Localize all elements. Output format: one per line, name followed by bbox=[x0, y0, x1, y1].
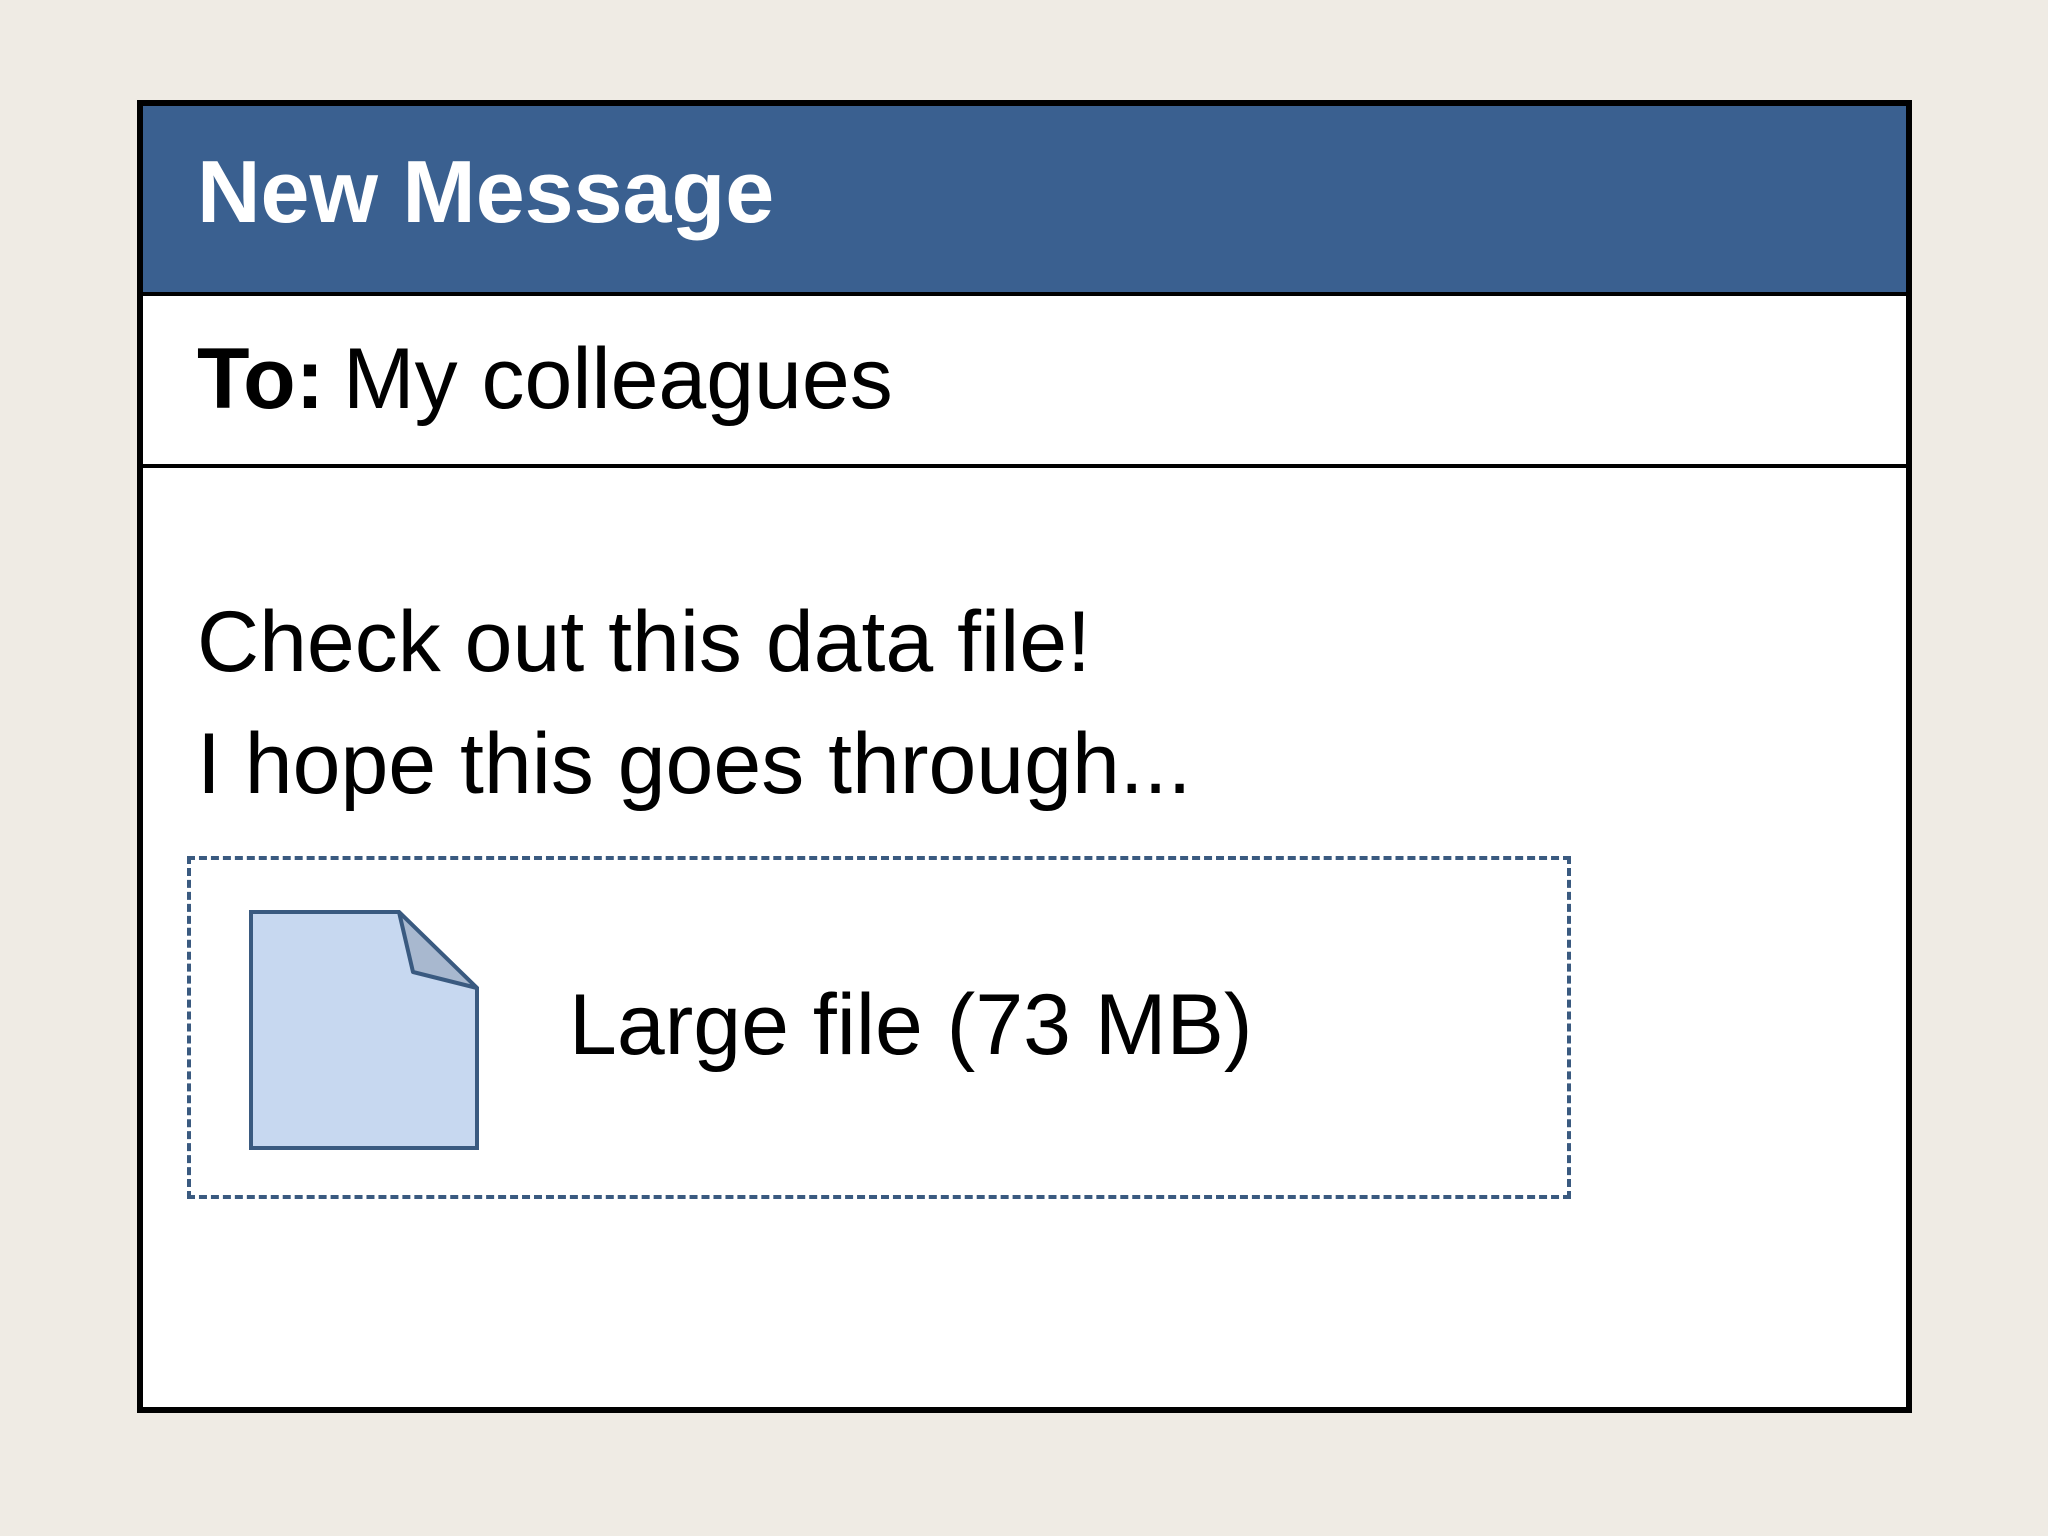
recipient-field[interactable]: To: My colleagues bbox=[143, 296, 1906, 468]
title-bar: New Message bbox=[143, 106, 1906, 296]
recipient-value[interactable]: My colleagues bbox=[343, 336, 893, 422]
window-title: New Message bbox=[197, 142, 775, 241]
message-body[interactable]: Check out this data file! I hope this go… bbox=[197, 581, 1191, 825]
attachment-box[interactable]: Large file (73 MB) bbox=[187, 856, 1571, 1199]
new-message-window: New Message To: My colleagues Check out … bbox=[137, 100, 1912, 1413]
recipient-label: To: bbox=[197, 331, 325, 427]
attachment-label: Large file (73 MB) bbox=[569, 977, 1253, 1073]
message-line-1: Check out this data file! bbox=[197, 594, 1091, 690]
message-line-2: I hope this goes through... bbox=[197, 716, 1192, 812]
document-icon bbox=[249, 910, 479, 1150]
